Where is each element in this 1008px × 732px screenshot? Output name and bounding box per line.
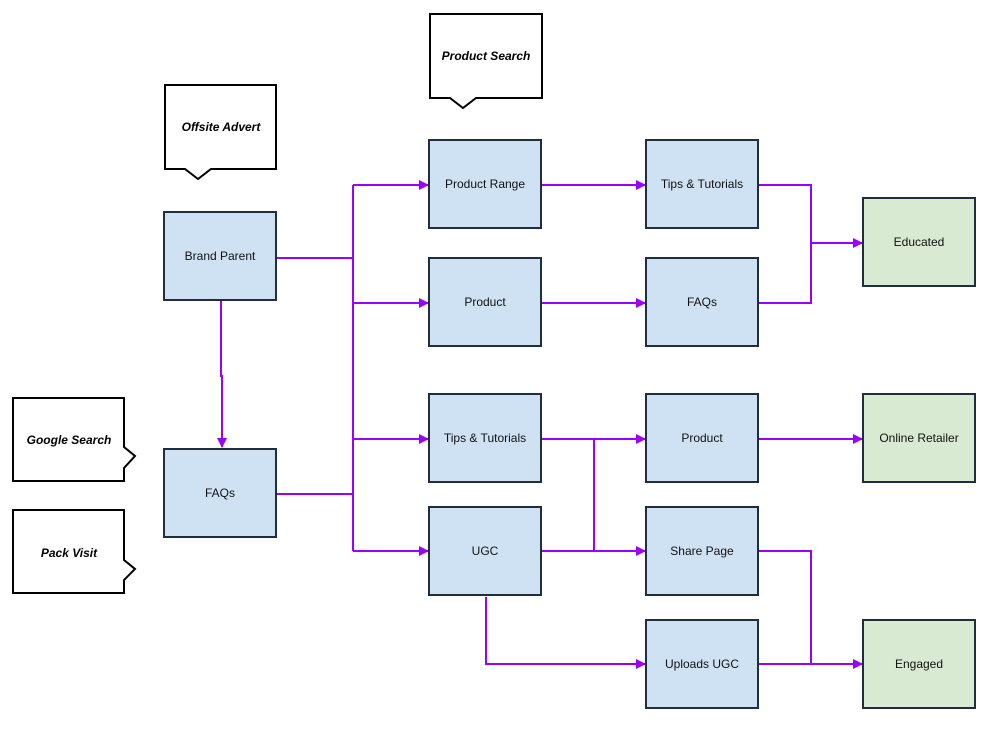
connector-ugc-to-uploads-ugc[interactable] [485, 597, 646, 669]
node-product[interactable]: Product [428, 257, 542, 347]
node-label: UGC [472, 544, 499, 558]
node-label: Online Retailer [879, 431, 958, 445]
node-product-range[interactable]: Product Range [428, 139, 542, 229]
node-label: Tips & Tutorials [444, 431, 526, 445]
node-educated[interactable]: Educated [862, 197, 976, 287]
callout-google-search[interactable]: Google Search [12, 397, 137, 482]
node-ugc[interactable]: UGC [428, 506, 542, 596]
node-faqs-entry[interactable]: FAQs [163, 448, 277, 538]
node-label: Share Page [670, 544, 734, 558]
node-label: Uploads UGC [665, 657, 739, 671]
node-tips-tutorials[interactable]: Tips & Tutorials [428, 393, 542, 483]
connector-share-page-to-engaged[interactable] [759, 550, 812, 664]
callout-label: Pack Visit [41, 546, 98, 560]
connector-faqs-to-educated[interactable] [759, 243, 812, 304]
node-label: FAQs [205, 486, 235, 500]
node-share-page[interactable]: Share Page [645, 506, 759, 596]
node-label: Tips & Tutorials [661, 177, 743, 191]
connector-tips-tutorials-to-educated[interactable] [759, 184, 812, 243]
callout-product-search[interactable]: Product Search [429, 13, 543, 110]
callout-offsite-advert[interactable]: Offsite Advert [164, 84, 277, 181]
node-label: Product Range [445, 177, 525, 191]
nodes: Brand Parent FAQs Product Range Product … [163, 139, 976, 709]
node-label: Engaged [895, 657, 943, 671]
node-engaged[interactable]: Engaged [862, 619, 976, 709]
callout-label: Product Search [442, 49, 531, 63]
node-product-2[interactable]: Product [645, 393, 759, 483]
callout-label: Offsite Advert [182, 120, 262, 134]
node-faqs-2[interactable]: FAQs [645, 257, 759, 347]
flow-diagram: Product Search Offsite Advert Google Sea… [12, 13, 976, 709]
node-uploads-ugc[interactable]: Uploads UGC [645, 619, 759, 709]
node-label: Educated [894, 235, 945, 249]
callout-pack-visit[interactable]: Pack Visit [12, 509, 137, 594]
node-online-retailer[interactable]: Online Retailer [862, 393, 976, 483]
connector-brand-parent-to-faqs[interactable] [217, 301, 227, 448]
node-label: Brand Parent [185, 249, 256, 263]
node-label: Product [681, 431, 723, 445]
node-label: FAQs [687, 295, 717, 309]
callout-label: Google Search [27, 433, 112, 447]
node-brand-parent[interactable]: Brand Parent [163, 211, 277, 301]
node-label: Product [464, 295, 506, 309]
node-tips-tutorials-2[interactable]: Tips & Tutorials [645, 139, 759, 229]
